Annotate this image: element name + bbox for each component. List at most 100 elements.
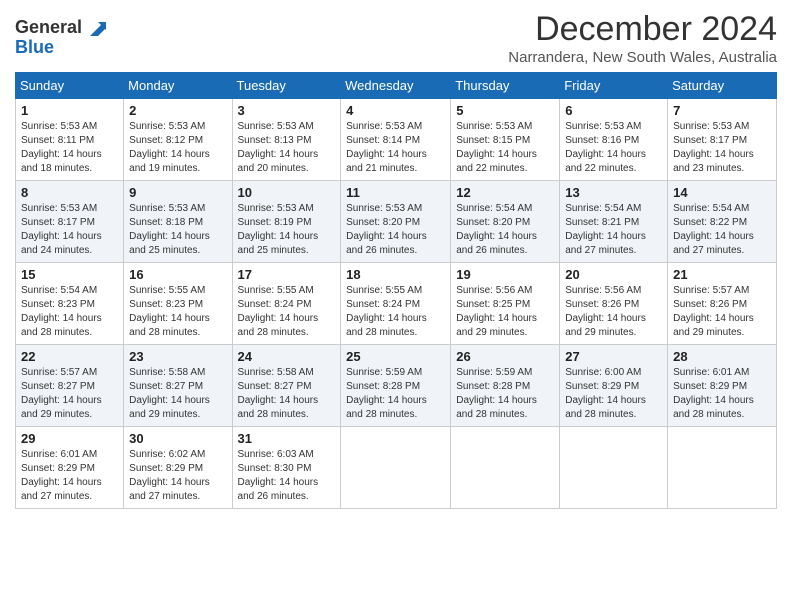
calendar-cell bbox=[560, 427, 668, 509]
calendar-cell: 25Sunrise: 5:59 AMSunset: 8:28 PMDayligh… bbox=[341, 345, 451, 427]
calendar-cell: 1 Sunrise: 5:53 AMSunset: 8:11 PMDaylight… bbox=[16, 99, 124, 181]
header-friday: Friday bbox=[560, 73, 668, 99]
calendar-cell: 21 Sunrise: 5:57 AMSunset: 8:26 PMDayligh… bbox=[668, 263, 777, 345]
calendar-week-row: 8 Sunrise: 5:53 AMSunset: 8:17 PMDaylight… bbox=[16, 181, 777, 263]
day-number: 18 bbox=[346, 267, 445, 282]
day-info: Sunrise: 5:53 AMSunset: 8:16 PMDaylight:… bbox=[565, 120, 662, 176]
calendar-cell: 29 Sunrise: 6:01 AMSunset: 8:29 PMDayligh… bbox=[16, 427, 124, 509]
calendar-cell: 11 Sunrise: 5:53 AMSunset: 8:20 PMDayligh… bbox=[341, 181, 451, 263]
day-number: 1 bbox=[21, 103, 118, 118]
calendar-cell: 15Sunrise: 5:54 AMSunset: 8:23 PMDayligh… bbox=[16, 263, 124, 345]
calendar-cell: 4 Sunrise: 5:53 AMSunset: 8:14 PMDaylight… bbox=[341, 99, 451, 181]
day-info: Sunrise: 5:55 AMSunset: 8:24 PMDaylight:… bbox=[238, 284, 336, 340]
header-tuesday: Tuesday bbox=[232, 73, 341, 99]
day-info: Sunrise: 5:54 AMSunset: 8:22 PMDaylight:… bbox=[673, 202, 771, 258]
day-info: Sunrise: 5:53 AMSunset: 8:14 PMDaylight:… bbox=[346, 120, 445, 176]
day-info: Sunrise: 5:53 AMSunset: 8:11 PMDaylight:… bbox=[21, 120, 118, 176]
calendar-cell: 30Sunrise: 6:02 AMSunset: 8:29 PMDayligh… bbox=[124, 427, 232, 509]
calendar-cell: 20 Sunrise: 5:56 AMSunset: 8:26 PMDayligh… bbox=[560, 263, 668, 345]
day-info: Sunrise: 5:58 AMSunset: 8:27 PMDaylight:… bbox=[238, 366, 336, 422]
day-info: Sunrise: 5:54 AMSunset: 8:23 PMDaylight:… bbox=[21, 284, 118, 340]
day-number: 4 bbox=[346, 103, 445, 118]
day-info: Sunrise: 5:54 AMSunset: 8:21 PMDaylight:… bbox=[565, 202, 662, 258]
day-number: 25 bbox=[346, 349, 445, 364]
calendar: Sunday Monday Tuesday Wednesday Thursday… bbox=[15, 72, 777, 509]
calendar-cell: 26 Sunrise: 5:59 AMSunset: 8:28 PMDayligh… bbox=[451, 345, 560, 427]
calendar-cell: 12Sunrise: 5:54 AMSunset: 8:20 PMDayligh… bbox=[451, 181, 560, 263]
calendar-cell bbox=[341, 427, 451, 509]
calendar-cell: 19 Sunrise: 5:56 AMSunset: 8:25 PMDayligh… bbox=[451, 263, 560, 345]
day-number: 23 bbox=[129, 349, 226, 364]
day-number: 6 bbox=[565, 103, 662, 118]
calendar-cell: 10Sunrise: 5:53 AMSunset: 8:19 PMDayligh… bbox=[232, 181, 341, 263]
calendar-week-row: 22 Sunrise: 5:57 AMSunset: 8:27 PMDayligh… bbox=[16, 345, 777, 427]
day-info: Sunrise: 5:53 AMSunset: 8:20 PMDaylight:… bbox=[346, 202, 445, 258]
logo-icon bbox=[84, 14, 112, 42]
day-number: 17 bbox=[238, 267, 336, 282]
day-info: Sunrise: 6:01 AMSunset: 8:29 PMDaylight:… bbox=[673, 366, 771, 422]
calendar-week-row: 15Sunrise: 5:54 AMSunset: 8:23 PMDayligh… bbox=[16, 263, 777, 345]
calendar-cell: 7 Sunrise: 5:53 AMSunset: 8:17 PMDaylight… bbox=[668, 99, 777, 181]
day-number: 24 bbox=[238, 349, 336, 364]
day-number: 20 bbox=[565, 267, 662, 282]
logo: General Blue bbox=[15, 14, 112, 58]
day-info: Sunrise: 5:53 AMSunset: 8:13 PMDaylight:… bbox=[238, 120, 336, 176]
day-info: Sunrise: 5:53 AMSunset: 8:17 PMDaylight:… bbox=[673, 120, 771, 176]
calendar-cell: 17 Sunrise: 5:55 AMSunset: 8:24 PMDayligh… bbox=[232, 263, 341, 345]
day-number: 5 bbox=[456, 103, 554, 118]
day-number: 9 bbox=[129, 185, 226, 200]
day-number: 21 bbox=[673, 267, 771, 282]
calendar-cell: 9 Sunrise: 5:53 AMSunset: 8:18 PMDaylight… bbox=[124, 181, 232, 263]
day-number: 16 bbox=[129, 267, 226, 282]
day-info: Sunrise: 5:53 AMSunset: 8:18 PMDaylight:… bbox=[129, 202, 226, 258]
header-saturday: Saturday bbox=[668, 73, 777, 99]
header: General Blue December 2024 Narrandera, N… bbox=[15, 10, 777, 66]
day-info: Sunrise: 5:59 AMSunset: 8:28 PMDaylight:… bbox=[456, 366, 554, 422]
calendar-cell: 3 Sunrise: 5:53 AMSunset: 8:13 PMDaylight… bbox=[232, 99, 341, 181]
day-number: 22 bbox=[21, 349, 118, 364]
day-number: 2 bbox=[129, 103, 226, 118]
calendar-header-row: Sunday Monday Tuesday Wednesday Thursday… bbox=[16, 73, 777, 99]
day-info: Sunrise: 5:55 AMSunset: 8:24 PMDaylight:… bbox=[346, 284, 445, 340]
day-info: Sunrise: 5:53 AMSunset: 8:19 PMDaylight:… bbox=[238, 202, 336, 258]
calendar-week-row: 1 Sunrise: 5:53 AMSunset: 8:11 PMDaylight… bbox=[16, 99, 777, 181]
calendar-cell: 5 Sunrise: 5:53 AMSunset: 8:15 PMDaylight… bbox=[451, 99, 560, 181]
day-number: 26 bbox=[456, 349, 554, 364]
day-number: 13 bbox=[565, 185, 662, 200]
calendar-cell: 8 Sunrise: 5:53 AMSunset: 8:17 PMDaylight… bbox=[16, 181, 124, 263]
day-info: Sunrise: 5:56 AMSunset: 8:26 PMDaylight:… bbox=[565, 284, 662, 340]
logo-text-line1: General bbox=[15, 18, 82, 38]
day-number: 7 bbox=[673, 103, 771, 118]
day-number: 3 bbox=[238, 103, 336, 118]
calendar-cell: 2Sunrise: 5:53 AMSunset: 8:12 PMDaylight… bbox=[124, 99, 232, 181]
day-info: Sunrise: 5:53 AMSunset: 8:15 PMDaylight:… bbox=[456, 120, 554, 176]
day-info: Sunrise: 5:54 AMSunset: 8:20 PMDaylight:… bbox=[456, 202, 554, 258]
day-number: 8 bbox=[21, 185, 118, 200]
day-number: 19 bbox=[456, 267, 554, 282]
day-info: Sunrise: 6:01 AMSunset: 8:29 PMDaylight:… bbox=[21, 448, 118, 504]
day-number: 11 bbox=[346, 185, 445, 200]
location-title: Narrandera, New South Wales, Australia bbox=[508, 49, 777, 66]
day-info: Sunrise: 5:53 AMSunset: 8:17 PMDaylight:… bbox=[21, 202, 118, 258]
day-number: 29 bbox=[21, 431, 118, 446]
day-number: 30 bbox=[129, 431, 226, 446]
logo-text-line2: Blue bbox=[15, 38, 54, 58]
day-number: 27 bbox=[565, 349, 662, 364]
calendar-cell: 16 Sunrise: 5:55 AMSunset: 8:23 PMDayligh… bbox=[124, 263, 232, 345]
calendar-cell: 23Sunrise: 5:58 AMSunset: 8:27 PMDayligh… bbox=[124, 345, 232, 427]
header-sunday: Sunday bbox=[16, 73, 124, 99]
calendar-cell: 14Sunrise: 5:54 AMSunset: 8:22 PMDayligh… bbox=[668, 181, 777, 263]
day-info: Sunrise: 6:03 AMSunset: 8:30 PMDaylight:… bbox=[238, 448, 336, 504]
calendar-cell: 6 Sunrise: 5:53 AMSunset: 8:16 PMDaylight… bbox=[560, 99, 668, 181]
calendar-cell: 24 Sunrise: 5:58 AMSunset: 8:27 PMDayligh… bbox=[232, 345, 341, 427]
header-monday: Monday bbox=[124, 73, 232, 99]
day-info: Sunrise: 5:57 AMSunset: 8:26 PMDaylight:… bbox=[673, 284, 771, 340]
calendar-cell bbox=[451, 427, 560, 509]
day-info: Sunrise: 5:56 AMSunset: 8:25 PMDaylight:… bbox=[456, 284, 554, 340]
calendar-cell: 27Sunrise: 6:00 AMSunset: 8:29 PMDayligh… bbox=[560, 345, 668, 427]
calendar-cell: 28 Sunrise: 6:01 AMSunset: 8:29 PMDayligh… bbox=[668, 345, 777, 427]
day-info: Sunrise: 5:55 AMSunset: 8:23 PMDaylight:… bbox=[129, 284, 226, 340]
day-info: Sunrise: 5:57 AMSunset: 8:27 PMDaylight:… bbox=[21, 366, 118, 422]
page: General Blue December 2024 Narrandera, N… bbox=[0, 0, 792, 612]
day-number: 28 bbox=[673, 349, 771, 364]
